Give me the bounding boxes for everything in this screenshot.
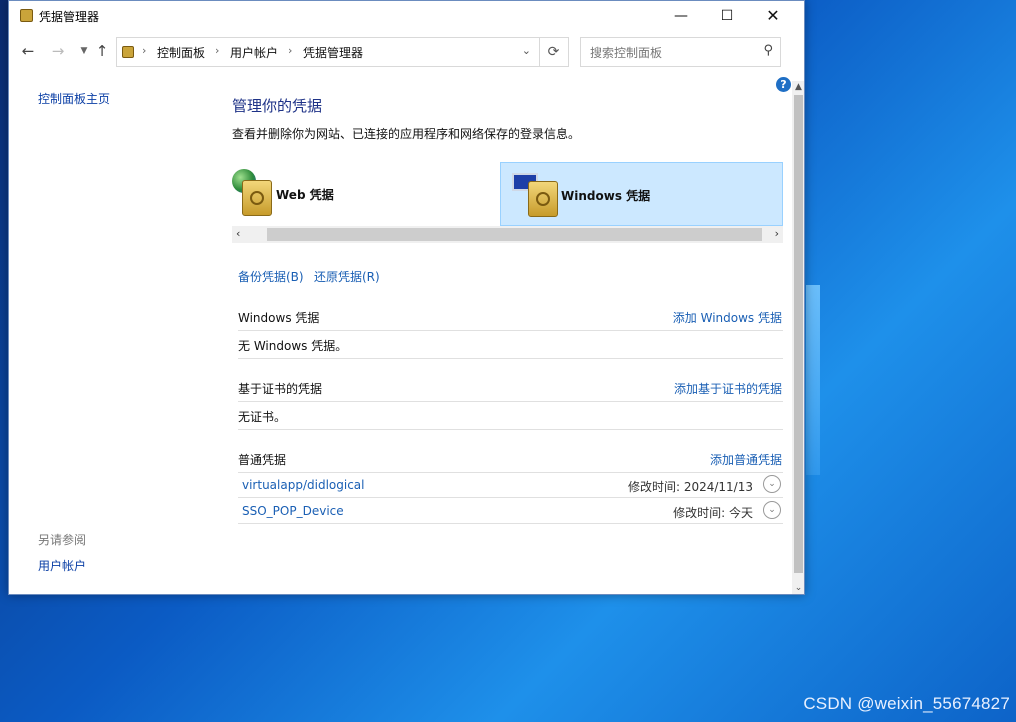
watermark: CSDN @weixin_55674827 xyxy=(803,694,1010,713)
back-arrow-icon[interactable]: ← xyxy=(19,42,37,60)
page-title: 管理你的凭据 xyxy=(232,97,323,115)
vault-icon xyxy=(242,180,272,216)
desktop-logo-pane xyxy=(806,285,820,475)
add-windows-credential-link[interactable]: 添加 Windows 凭据 xyxy=(673,309,782,326)
forward-arrow-icon[interactable]: → xyxy=(49,42,67,60)
vertical-scroll-thumb[interactable] xyxy=(794,95,803,573)
windows-credentials-heading: Windows 凭据 xyxy=(238,311,320,325)
credential-manager-window: 凭据管理器 — ☐ ✕ ← → ▼ ↑ › 控制面板 › 用户帐户 › 凭据管理… xyxy=(8,0,805,595)
credential-type-selector: Web 凭据 Windows 凭据 xyxy=(232,162,783,226)
scroll-down-icon[interactable]: ⌄ xyxy=(792,583,804,593)
help-icon[interactable]: ? xyxy=(776,77,791,92)
add-certificate-credential-link[interactable]: 添加基于证书的凭据 xyxy=(674,380,782,397)
breadcrumb-separator-icon[interactable]: › xyxy=(215,44,219,57)
add-generic-credential-link[interactable]: 添加普通凭据 xyxy=(710,451,782,468)
scroll-left-icon[interactable]: ‹ xyxy=(236,227,240,240)
sidebar-link-user-accounts[interactable]: 用户帐户 xyxy=(38,557,86,574)
credential-manager-icon xyxy=(20,9,33,22)
sidebar-link-control-panel-home[interactable]: 控制面板主页 xyxy=(38,90,110,107)
control-panel-icon xyxy=(122,46,134,58)
refresh-button[interactable]: ⟳ xyxy=(539,37,569,67)
horizontal-scrollbar[interactable]: ‹ › xyxy=(232,226,783,243)
generic-credentials-heading: 普通凭据 xyxy=(238,453,287,467)
breadcrumb-control-panel[interactable]: 控制面板 xyxy=(157,44,205,61)
search-icon[interactable]: ⚲ xyxy=(763,43,773,58)
maximize-button[interactable]: ☐ xyxy=(704,1,750,31)
up-arrow-icon[interactable]: ↑ xyxy=(93,42,111,60)
navigation-bar: ← → ▼ ↑ › 控制面板 › 用户帐户 › 凭据管理器 ⌄ ⟳ 搜索控制面板… xyxy=(9,36,804,68)
tab-web-credentials[interactable]: Web 凭据 xyxy=(232,162,500,226)
breadcrumb-user-accounts[interactable]: 用户帐户 xyxy=(230,44,278,61)
credential-modified: 修改时间: 今天 xyxy=(673,504,753,521)
tab-windows-credentials-label: Windows 凭据 xyxy=(561,189,651,203)
credential-name[interactable]: virtualapp/didlogical xyxy=(242,478,364,492)
modified-date: 2024/11/13 xyxy=(683,480,753,494)
credential-row[interactable]: virtualapp/didlogical 修改时间: 2024/11/13 ⌄ xyxy=(238,472,783,498)
scroll-right-icon[interactable]: › xyxy=(775,227,779,240)
window-title: 凭据管理器 xyxy=(39,10,100,24)
close-button[interactable]: ✕ xyxy=(750,1,796,31)
divider xyxy=(238,358,783,359)
restore-credentials-link[interactable]: 还原凭据(R) xyxy=(314,268,380,285)
divider xyxy=(238,401,783,402)
tab-web-credentials-label: Web 凭据 xyxy=(276,188,334,202)
recent-locations-dropdown-icon[interactable]: ▼ xyxy=(75,46,93,56)
search-input[interactable]: 搜索控制面板 ⚲ xyxy=(580,37,781,67)
divider xyxy=(238,330,783,331)
vertical-scrollbar[interactable]: ▲ ⌄ xyxy=(792,81,804,594)
divider xyxy=(238,429,783,430)
modified-label: 修改时间: xyxy=(673,506,726,520)
credential-modified: 修改时间: 2024/11/13 xyxy=(628,478,753,495)
minimize-button[interactable]: — xyxy=(658,1,704,31)
modified-label: 修改时间: xyxy=(627,480,680,494)
modified-date: 今天 xyxy=(728,506,753,520)
certificate-credentials-heading: 基于证书的凭据 xyxy=(238,382,323,396)
breadcrumb-separator-icon[interactable]: › xyxy=(288,44,292,57)
scroll-up-icon[interactable]: ▲ xyxy=(792,82,804,92)
page-description: 查看并删除你为网站、已连接的应用程序和网络保存的登录信息。 xyxy=(232,127,581,141)
expand-chevron-icon[interactable]: ⌄ xyxy=(763,475,781,493)
address-bar[interactable]: › 控制面板 › 用户帐户 › 凭据管理器 ⌄ xyxy=(116,37,540,67)
breadcrumb-credential-manager[interactable]: 凭据管理器 xyxy=(303,44,363,61)
tab-windows-credentials[interactable]: Windows 凭据 xyxy=(500,162,783,226)
horizontal-scroll-thumb[interactable] xyxy=(267,228,762,241)
credential-name[interactable]: SSO_POP_Device xyxy=(242,504,344,518)
search-placeholder: 搜索控制面板 xyxy=(590,46,663,60)
expand-chevron-icon[interactable]: ⌄ xyxy=(763,501,781,519)
backup-credentials-link[interactable]: 备份凭据(B) xyxy=(238,268,304,285)
credential-row[interactable]: SSO_POP_Device 修改时间: 今天 ⌄ xyxy=(238,498,783,524)
certificate-credentials-empty: 无证书。 xyxy=(238,410,287,424)
breadcrumb-separator-icon[interactable]: › xyxy=(142,44,146,57)
windows-credentials-empty: 无 Windows 凭据。 xyxy=(238,339,348,353)
see-also-heading: 另请参阅 xyxy=(38,533,87,547)
title-bar: 凭据管理器 — ☐ ✕ xyxy=(9,1,804,31)
vault-icon xyxy=(528,181,558,217)
address-dropdown-icon[interactable]: ⌄ xyxy=(522,44,531,57)
